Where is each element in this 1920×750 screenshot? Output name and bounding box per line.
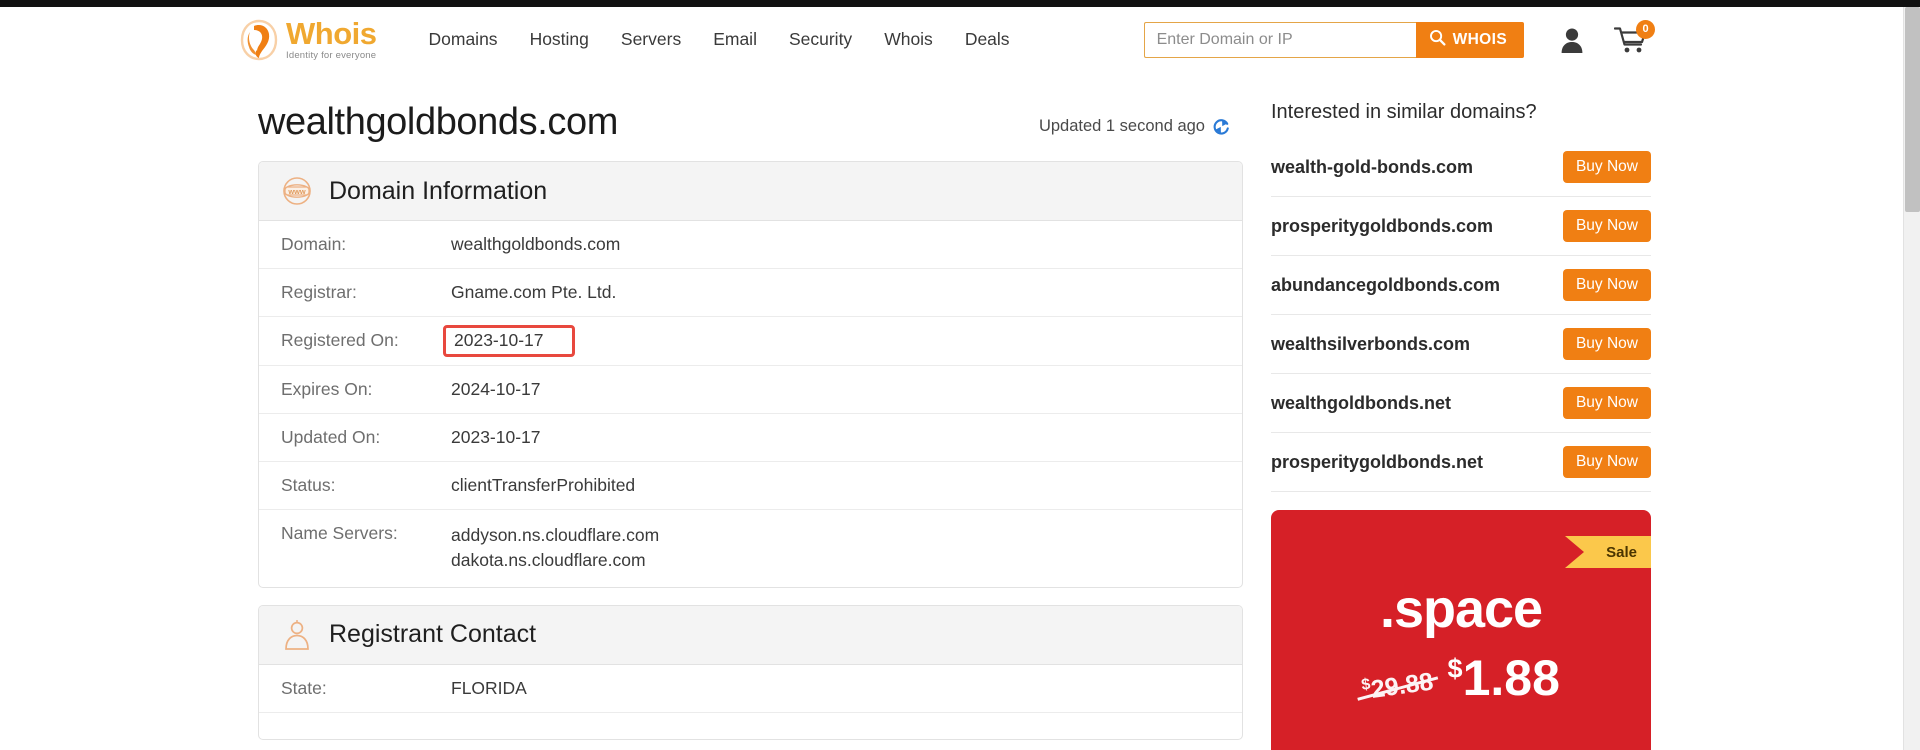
buy-now-button[interactable]: Buy Now [1562, 387, 1651, 419]
table-row: State: FLORIDA [259, 665, 1242, 713]
row-value: clientTransferProhibited [451, 475, 636, 495]
similar-domain-name[interactable]: abundancegoldbonds.com [1271, 275, 1500, 296]
top-black-bar [0, 0, 1920, 7]
person-contact-icon [281, 619, 313, 651]
table-row: Domain: wealthgoldbonds.com [259, 221, 1242, 269]
list-item: prosperitygoldbonds.net Buy Now [1271, 433, 1651, 492]
row-value: Gname.com Pte. Ltd. [451, 282, 617, 302]
site-header: Whois Identity for everyone Domains Host… [0, 7, 1920, 73]
page-title: wealthgoldbonds.com [258, 101, 618, 143]
nav-item-servers[interactable]: Servers [605, 23, 697, 56]
list-item: wealth-gold-bonds.com Buy Now [1271, 138, 1651, 197]
list-item: abundancegoldbonds.com Buy Now [1271, 256, 1651, 315]
registrant-contact-heading: Registrant Contact [329, 620, 537, 649]
promo-old-price: $29.88 [1360, 667, 1435, 706]
promo-tld: .space [1379, 579, 1543, 639]
nav-item-security[interactable]: Security [773, 23, 868, 56]
user-icon[interactable] [1560, 27, 1584, 53]
buy-now-button[interactable]: Buy Now [1562, 446, 1651, 478]
list-item: wealthgoldbonds.net Buy Now [1271, 374, 1651, 433]
page-content: wealthgoldbonds.com Updated 1 second ago [0, 73, 1920, 750]
similar-domain-name[interactable]: wealthgoldbonds.net [1271, 393, 1451, 414]
main-navigation: Domains Hosting Servers Email Security W… [413, 23, 1026, 56]
row-label: Registrar: [281, 282, 357, 302]
similar-domain-name[interactable]: prosperitygoldbonds.net [1271, 452, 1483, 473]
table-row: Updated On: 2023-10-17 [259, 414, 1242, 462]
updated-status: Updated 1 second ago [1039, 117, 1231, 144]
sidebar-title: Interested in similar domains? [1271, 101, 1537, 123]
nav-item-hosting[interactable]: Hosting [514, 23, 605, 56]
cart-count-badge: 0 [1636, 19, 1656, 39]
header-search: WHOIS [1143, 21, 1525, 58]
logo-tagline: Identity for everyone [286, 49, 377, 61]
promo-new-price: $1.88 [1447, 650, 1560, 706]
refresh-icon[interactable] [1212, 117, 1231, 136]
registered-on-highlight: 2023-10-17 [443, 325, 575, 357]
main-column: wealthgoldbonds.com Updated 1 second ago [258, 101, 1243, 750]
row-label: Registered On: [281, 330, 399, 350]
row-label: Name Servers: [281, 523, 398, 543]
site-logo[interactable]: Whois Identity for everyone [236, 18, 377, 62]
buy-now-button[interactable]: Buy Now [1562, 210, 1651, 242]
svg-text:www: www [287, 187, 305, 196]
nav-item-deals[interactable]: Deals [949, 23, 1026, 56]
scrollbar-thumb[interactable] [1905, 7, 1920, 212]
registrant-contact-header: Registrant Contact [259, 605, 1242, 665]
search-icon [1429, 29, 1446, 51]
whois-search-button[interactable]: WHOIS [1415, 21, 1525, 58]
row-label: Updated On: [281, 427, 381, 447]
row-value: addyson.ns.cloudflare.com dakota.ns.clou… [451, 523, 659, 574]
promo-prices: $29.88 $1.88 [1271, 650, 1651, 706]
buy-now-button[interactable]: Buy Now [1562, 269, 1651, 301]
logo-wordmark: Whois [286, 15, 377, 51]
table-row: Status: clientTransferProhibited [259, 462, 1242, 510]
similar-domain-name[interactable]: wealth-gold-bonds.com [1271, 157, 1473, 178]
row-value: wealthgoldbonds.com [451, 234, 621, 254]
domain-information-card: www Domain Information Domain: wealthgol… [258, 161, 1243, 588]
row-label: State: [281, 677, 327, 698]
shopping-cart-icon[interactable]: 0 [1613, 19, 1656, 54]
table-row [259, 713, 1242, 739]
www-globe-icon: www [281, 175, 313, 207]
row-label: Expires On: [281, 379, 373, 399]
table-row: Expires On: 2024-10-17 [259, 366, 1242, 414]
list-item: prosperitygoldbonds.com Buy Now [1271, 197, 1651, 256]
registrant-contact-card: Registrant Contact State: FLORIDA [258, 604, 1243, 740]
table-row: Registrar: Gname.com Pte. Ltd. [259, 269, 1242, 317]
buy-now-button[interactable]: Buy Now [1562, 328, 1651, 360]
sale-ribbon: Sale [1565, 536, 1651, 568]
whois-button-label: WHOIS [1452, 30, 1508, 48]
nav-item-email[interactable]: Email [697, 23, 773, 56]
page-scrollbar[interactable] [1903, 7, 1920, 750]
domain-information-heading: Domain Information [329, 176, 548, 205]
domain-information-header: www Domain Information [259, 162, 1242, 221]
row-value: 2023-10-17 [451, 427, 541, 447]
domain-title-row: wealthgoldbonds.com Updated 1 second ago [258, 101, 1243, 144]
table-row-registered-on: Registered On: 2023-10-17 [259, 317, 1242, 366]
search-input[interactable] [1143, 21, 1416, 58]
page-root: Whois Identity for everyone Domains Host… [0, 0, 1920, 750]
buy-now-button[interactable]: Buy Now [1562, 151, 1651, 183]
sidebar: Interested in similar domains? wealth-go… [1271, 101, 1651, 750]
header-icon-group: 0 [1560, 19, 1656, 54]
updated-text: Updated 1 second ago [1038, 117, 1205, 135]
list-item: wealthsilverbonds.com Buy Now [1271, 315, 1651, 374]
name-server-item: addyson.ns.cloudflare.com [451, 525, 660, 545]
similar-domain-name[interactable]: prosperitygoldbonds.com [1271, 216, 1493, 237]
nav-item-whois[interactable]: Whois [868, 23, 949, 56]
row-label: Status: [281, 475, 336, 495]
nav-item-domains[interactable]: Domains [413, 23, 514, 56]
promo-banner-space[interactable]: Sale .space $29.88 $1.88 [1271, 510, 1651, 750]
hand-fingerprint-logo-icon [236, 18, 282, 62]
row-value: 2024-10-17 [451, 379, 541, 399]
similar-domain-name[interactable]: wealthsilverbonds.com [1271, 334, 1470, 355]
table-row-name-servers: Name Servers: addyson.ns.cloudflare.com … [259, 510, 1242, 587]
name-server-item: dakota.ns.cloudflare.com [451, 550, 646, 571]
row-label: Domain: [281, 234, 347, 254]
row-value: FLORIDA [451, 677, 527, 698]
